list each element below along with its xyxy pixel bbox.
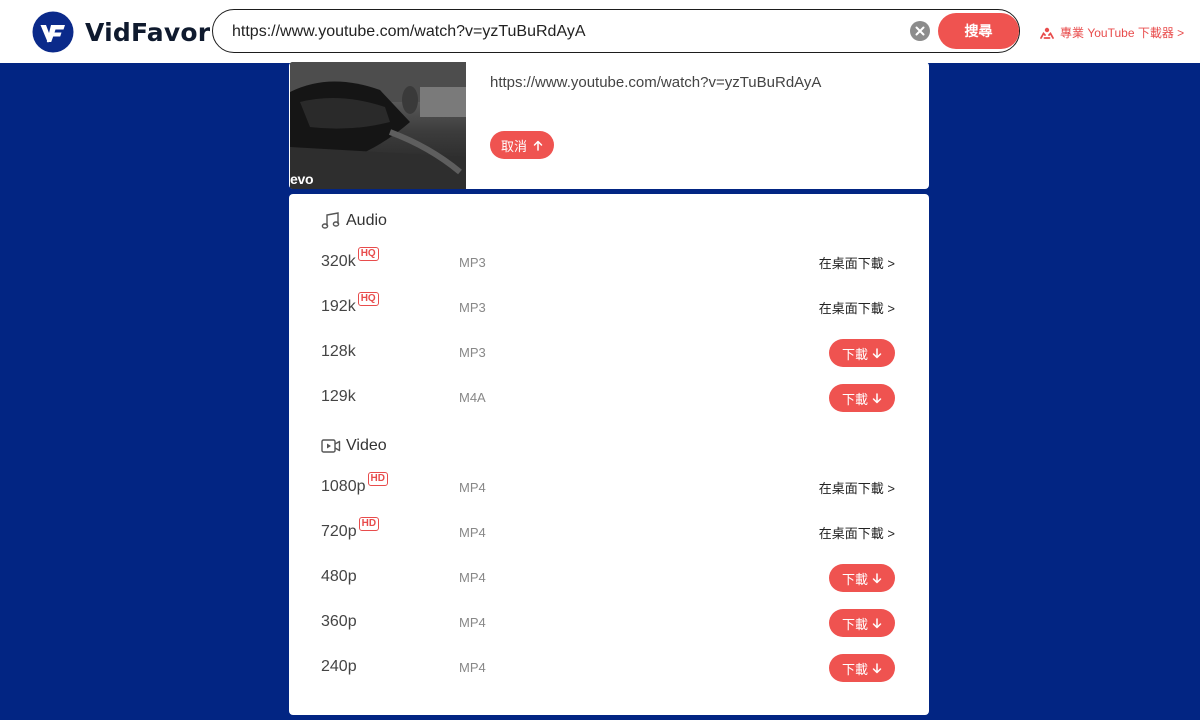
format-label: M4A bbox=[459, 390, 486, 405]
download-button[interactable]: 下載 bbox=[829, 339, 895, 367]
quality-value: 360p bbox=[321, 613, 357, 630]
desktop-download-link[interactable]: 在桌面下載 > bbox=[819, 253, 895, 272]
quality-value: 240p bbox=[321, 658, 357, 675]
quality-value: 192k bbox=[321, 298, 356, 315]
arrow-up-icon bbox=[533, 140, 543, 151]
video-url: https://www.youtube.com/watch?v=yzTuBuRd… bbox=[490, 74, 822, 91]
format-row: 192k HQ MP3 在桌面下載 > bbox=[321, 292, 895, 324]
quality-label: 1080p HD bbox=[321, 472, 388, 496]
format-row: 1080p HD MP4 在桌面下載 > bbox=[321, 472, 895, 504]
download-label: 下載 bbox=[841, 616, 868, 632]
brand-name: VidFavor bbox=[85, 17, 211, 47]
download-label: 下載 bbox=[841, 391, 868, 407]
format-row: 720p HD MP4 在桌面下載 > bbox=[321, 517, 895, 549]
quality-label: 320k HQ bbox=[321, 247, 379, 271]
arrow-down-icon bbox=[872, 347, 882, 359]
clear-button[interactable] bbox=[910, 21, 930, 41]
cancel-label: 取消 bbox=[501, 138, 528, 154]
quality-value: 320k bbox=[321, 253, 356, 270]
quality-value: 129k bbox=[321, 388, 356, 405]
desktop-download-link[interactable]: 在桌面下載 > bbox=[819, 298, 895, 317]
format-row: 128k MP3 下載 bbox=[321, 339, 895, 369]
download-label: 下載 bbox=[841, 346, 868, 362]
video-section-heading: Video bbox=[321, 437, 387, 455]
format-row: 480p MP4 下載 bbox=[321, 564, 895, 594]
download-label: 下載 bbox=[841, 571, 868, 587]
search-bar: 搜尋 bbox=[212, 9, 1020, 53]
quality-value: 720p bbox=[321, 523, 357, 540]
audio-heading-label: Audio bbox=[346, 212, 387, 229]
format-label: MP3 bbox=[459, 255, 486, 270]
desktop-download-link[interactable]: 在桌面下載 > bbox=[819, 523, 895, 542]
desktop-download-link[interactable]: 在桌面下載 > bbox=[819, 478, 895, 497]
video-camera-icon bbox=[321, 438, 341, 454]
thumbnail-watermark: evo bbox=[290, 171, 314, 187]
quality-value: 1080p bbox=[321, 478, 366, 495]
format-label: MP3 bbox=[459, 345, 486, 360]
video-thumbnail[interactable]: evo bbox=[290, 62, 466, 189]
format-label: MP4 bbox=[459, 660, 486, 675]
quality-value: 480p bbox=[321, 568, 357, 585]
video-heading-label: Video bbox=[346, 437, 387, 454]
music-note-icon bbox=[321, 212, 341, 230]
arrow-down-icon bbox=[872, 572, 882, 584]
top-bar: VidFavor 搜尋 專業 YouTube 下載器 > bbox=[0, 0, 1200, 63]
quality-label: 192k HQ bbox=[321, 292, 379, 316]
video-info-card: evo https://www.youtube.com/watch?v=yzTu… bbox=[289, 62, 929, 189]
format-label: MP4 bbox=[459, 570, 486, 585]
quality-label: 720p HD bbox=[321, 517, 380, 541]
quality-label: 240p bbox=[321, 658, 357, 676]
logo[interactable]: VidFavor bbox=[32, 11, 210, 53]
quality-label: 480p bbox=[321, 568, 357, 586]
hq-badge: HQ bbox=[357, 292, 379, 306]
download-button[interactable]: 下載 bbox=[829, 609, 895, 637]
pro-downloader-link[interactable]: 專業 YouTube 下載器 > bbox=[1040, 24, 1184, 41]
hd-badge: HD bbox=[367, 472, 388, 486]
format-row: 240p MP4 下載 bbox=[321, 654, 895, 684]
hq-badge: HQ bbox=[357, 247, 379, 261]
quality-label: 360p bbox=[321, 613, 357, 631]
format-row: 360p MP4 下載 bbox=[321, 609, 895, 639]
vidfavor-logo-icon bbox=[32, 11, 74, 53]
quality-label: 129k bbox=[321, 388, 356, 406]
pro-link-label: 專業 YouTube 下載器 > bbox=[1060, 26, 1185, 40]
search-button[interactable]: 搜尋 bbox=[938, 13, 1019, 49]
download-user-icon bbox=[1040, 27, 1054, 39]
download-button[interactable]: 下載 bbox=[829, 384, 895, 412]
clear-x-icon bbox=[915, 26, 925, 36]
quality-value: 128k bbox=[321, 343, 356, 360]
quality-label: 128k bbox=[321, 343, 356, 361]
formats-card: Audio 320k HQ MP3 在桌面下載 > 192k HQ MP3 在桌面下… bbox=[289, 194, 929, 715]
arrow-down-icon bbox=[872, 662, 882, 674]
format-label: MP4 bbox=[459, 480, 486, 495]
arrow-down-icon bbox=[872, 617, 882, 629]
search-input[interactable] bbox=[232, 21, 912, 43]
audio-section-heading: Audio bbox=[321, 212, 387, 230]
format-label: MP4 bbox=[459, 525, 486, 540]
format-row: 320k HQ MP3 在桌面下載 > bbox=[321, 247, 895, 279]
download-button[interactable]: 下載 bbox=[829, 654, 895, 682]
cancel-button[interactable]: 取消 bbox=[490, 131, 555, 159]
format-label: MP3 bbox=[459, 300, 486, 315]
format-row: 129k M4A 下載 bbox=[321, 384, 895, 414]
download-button[interactable]: 下載 bbox=[829, 564, 895, 592]
arrow-down-icon bbox=[872, 392, 882, 404]
download-label: 下載 bbox=[841, 661, 868, 677]
format-label: MP4 bbox=[459, 615, 486, 630]
hd-badge: HD bbox=[358, 517, 380, 531]
